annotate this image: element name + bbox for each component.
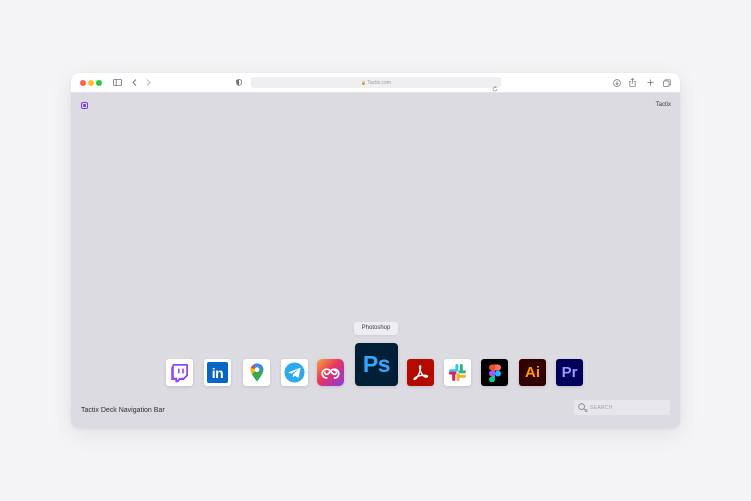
forward-icon[interactable]	[144, 76, 152, 89]
page-content: Tactix Photoshop in Ps Ai Pr Tactix Deck…	[71, 93, 680, 428]
acrobat-icon	[413, 365, 429, 381]
tab-overview-icon[interactable]	[662, 76, 671, 89]
close-window-button[interactable]	[80, 80, 86, 86]
dock-tooltip: Photoshop	[354, 322, 398, 335]
dock-item-photoshop[interactable]: Ps	[355, 343, 398, 386]
maximize-window-button[interactable]	[96, 80, 102, 86]
privacy-shield-icon[interactable]	[235, 76, 243, 89]
dock-item-premiere[interactable]: Pr	[556, 359, 583, 386]
telegram-icon	[284, 362, 305, 383]
dock-item-linkedin[interactable]: in	[204, 359, 231, 386]
creative-cloud-icon	[321, 367, 340, 379]
illustrator-icon: Ai	[525, 364, 540, 381]
search-icon	[578, 403, 588, 412]
search-box[interactable]	[574, 400, 670, 415]
address-bar[interactable]: 🔒 Tactix.com	[251, 77, 501, 92]
minimize-window-button[interactable]	[88, 80, 94, 86]
lock-icon: 🔒	[361, 80, 367, 85]
new-tab-icon[interactable]	[646, 76, 655, 89]
google-maps-icon	[250, 363, 263, 382]
dock-item-slack[interactable]	[444, 359, 471, 386]
dock-item-twitch[interactable]	[166, 359, 193, 386]
share-icon[interactable]	[628, 76, 637, 89]
tactix-logo-icon[interactable]	[81, 102, 88, 109]
twitch-icon	[171, 363, 188, 382]
back-icon[interactable]	[130, 76, 138, 89]
dock-item-acrobat[interactable]	[407, 359, 434, 386]
search-input[interactable]	[590, 401, 666, 414]
dock-item-illustrator[interactable]: Ai	[519, 359, 546, 386]
dock-item-figma[interactable]	[481, 359, 508, 386]
dock-item-google-maps[interactable]	[243, 359, 270, 386]
linkedin-icon: in	[207, 362, 228, 383]
dock-item-telegram[interactable]	[281, 359, 308, 386]
brand-name[interactable]: Tactix	[656, 102, 671, 108]
download-icon[interactable]	[612, 76, 621, 89]
figma-icon	[488, 364, 501, 382]
browser-window: 🔒 Tactix.com Tactix Photoshop in Ps Ai P…	[71, 73, 680, 428]
footer-title: Tactix Deck Navigation Bar	[81, 407, 165, 414]
sidebar-toggle-icon[interactable]	[112, 76, 122, 89]
browser-toolbar: 🔒 Tactix.com	[71, 73, 680, 93]
dock-item-creative-cloud[interactable]	[317, 359, 344, 386]
premiere-icon: Pr	[561, 364, 578, 381]
photoshop-icon: Ps	[362, 351, 391, 377]
slack-icon	[449, 364, 466, 381]
address-text: 🔒 Tactix.com	[361, 80, 391, 86]
